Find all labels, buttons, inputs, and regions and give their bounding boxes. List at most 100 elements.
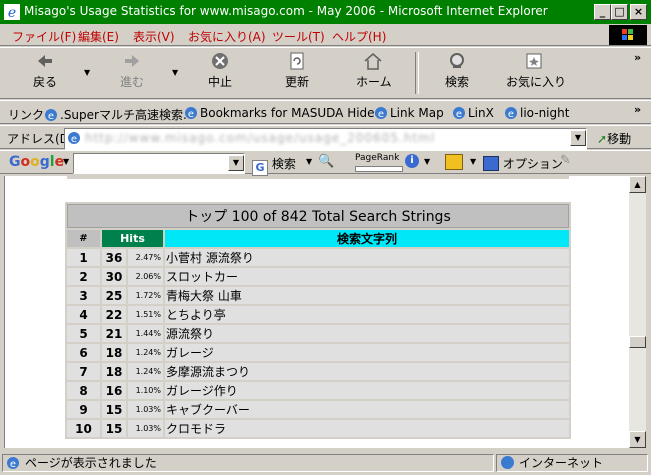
row-rank: 3: [67, 287, 100, 304]
forward-dropdown-icon[interactable]: ▼: [172, 68, 178, 77]
menu-file[interactable]: ファイル(F): [12, 28, 76, 45]
svg-text:e: e: [508, 109, 514, 120]
refresh-label: 更新: [284, 75, 309, 89]
row-rank: 7: [67, 363, 100, 380]
vertical-scrollbar[interactable]: ▲ ▼: [629, 176, 646, 448]
search-label: 検索: [444, 75, 469, 89]
back-dropdown-icon[interactable]: ▼: [84, 68, 90, 77]
row-rank: 4: [67, 306, 100, 323]
ie-page-icon: e: [375, 107, 387, 120]
title-bar[interactable]: e Misago's Usage Statistics for www.misa…: [0, 0, 651, 24]
window-title: Misago's Usage Statistics for www.misago…: [24, 4, 548, 18]
home-button[interactable]: ホーム: [356, 51, 392, 90]
stop-button[interactable]: 中止: [203, 51, 237, 90]
address-input[interactable]: e http://www.misago.com/usage/usage_2006…: [64, 128, 587, 150]
options-button[interactable]: オプション: [483, 155, 563, 172]
status-message: ページが表示されました: [25, 456, 157, 470]
scroll-thumb[interactable]: [629, 336, 646, 348]
row-percent: 2.47%: [128, 249, 163, 266]
row-search-string: 多摩源流まつり: [165, 363, 569, 380]
google-history-dropdown-button[interactable]: ▼: [228, 155, 244, 171]
minimize-button[interactable]: _: [594, 4, 611, 20]
links-label: リンク: [8, 108, 45, 122]
table-row: 8 16 1.10% ガレージ作り: [67, 382, 569, 399]
svg-text:e: e: [48, 111, 54, 122]
scroll-down-button[interactable]: ▼: [629, 431, 646, 448]
row-hits: 15: [102, 420, 126, 437]
globe-icon: [501, 456, 514, 469]
menu-help[interactable]: ヘルプ(H): [332, 28, 386, 45]
standard-toolbar: 戻る ▼ 進む ▼ 中止 更新 ホーム 検索 お気に入り »: [0, 47, 651, 99]
table-row: 10 15 1.03% クロモドラ: [67, 420, 569, 437]
table-row: 9 15 1.03% キャブクーバー: [67, 401, 569, 418]
google-search-input[interactable]: [73, 153, 245, 174]
go-label: 移動: [607, 132, 632, 146]
row-percent: 1.51%: [128, 306, 163, 323]
favorites-button[interactable]: お気に入り: [506, 51, 566, 90]
svg-text:e: e: [456, 109, 462, 120]
google-toolbar: Google ▼ ▼ G 検索 ▼ 🔍 PageRank i ▼ ▼ オプション…: [0, 150, 651, 176]
search-button[interactable]: 検索: [442, 51, 472, 90]
table-row: 7 18 1.24% 多摩源流まつり: [67, 363, 569, 380]
ie-page-icon: e: [68, 132, 80, 145]
menu-favorites[interactable]: お気に入り(A): [188, 28, 266, 45]
menu-bar: ファイル(F) 編集(E) 表示(V) お気に入り(A) ツール(T) ヘルプ(…: [0, 24, 651, 46]
header-search-string: 検索文字列: [165, 230, 569, 247]
home-label: ホーム: [356, 75, 392, 89]
bookmark-dropdown-icon[interactable]: ▼: [470, 157, 476, 166]
back-button[interactable]: 戻る: [30, 51, 60, 90]
toolbar-separator: [415, 52, 419, 94]
address-dropdown-button[interactable]: ▼: [570, 130, 586, 146]
row-rank: 6: [67, 344, 100, 361]
stop-label: 中止: [207, 75, 232, 89]
options-label: オプション: [502, 157, 563, 171]
link-label: Link Map: [390, 106, 444, 120]
row-hits: 30: [102, 268, 126, 285]
stop-icon: [212, 53, 228, 69]
ie-icon: e: [4, 4, 20, 20]
bookmark-icon[interactable]: [445, 154, 463, 170]
page-viewport: トップ 100 of 842 Total Search Strings # Hi…: [4, 176, 629, 448]
highlighter-icon[interactable]: ✎: [560, 153, 571, 168]
row-hits: 18: [102, 344, 126, 361]
info-icon[interactable]: i: [405, 154, 419, 168]
home-icon: [364, 53, 382, 70]
toolbar-overflow-chevron-icon[interactable]: »: [634, 51, 641, 64]
row-percent: 1.03%: [128, 401, 163, 418]
google-logo[interactable]: Google: [9, 154, 64, 170]
svg-text:e: e: [8, 5, 16, 20]
row-search-string: とちより亭: [165, 306, 569, 323]
close-button[interactable]: ×: [630, 4, 647, 20]
row-percent: 1.03%: [128, 420, 163, 437]
google-search-dropdown-icon[interactable]: ▼: [306, 157, 312, 166]
maximize-button[interactable]: □: [611, 4, 628, 20]
link-item[interactable]: e Bookmarks for MASUDA Hideo: [184, 106, 382, 120]
menu-view[interactable]: 表示(V): [133, 28, 175, 45]
refresh-button[interactable]: 更新: [282, 51, 312, 90]
go-button[interactable]: ➚移動: [597, 130, 631, 147]
link-item[interactable]: e Link Map: [374, 106, 444, 120]
link-item[interactable]: e lio-night: [504, 106, 569, 120]
row-rank: 9: [67, 401, 100, 418]
ie-page-icon: e: [7, 457, 19, 470]
windows-logo-icon: [609, 25, 647, 45]
row-search-string: キャブクーバー: [165, 401, 569, 418]
info-dropdown-icon[interactable]: ▼: [424, 157, 430, 166]
row-search-string: 青梅大祭 山車: [165, 287, 569, 304]
pagerank-bar: [355, 166, 403, 172]
scroll-up-button[interactable]: ▲: [629, 176, 646, 193]
row-search-string: 小菅村 源流祭り: [165, 249, 569, 266]
forward-button[interactable]: 進む: [117, 51, 147, 90]
link-item[interactable]: e LinX: [452, 106, 494, 120]
options-icon: [483, 156, 499, 171]
ie-page-icon: e: [45, 109, 57, 122]
google-search-button[interactable]: G 検索: [252, 155, 296, 176]
menu-tools[interactable]: ツール(T): [272, 28, 325, 45]
ie-page-icon: e: [453, 107, 465, 120]
svg-text:e: e: [378, 109, 384, 120]
search-site-icon[interactable]: 🔍: [318, 154, 334, 169]
links-overflow-chevron-icon[interactable]: »: [634, 103, 641, 116]
menu-edit[interactable]: 編集(E): [78, 28, 119, 45]
google-menu-dropdown-icon[interactable]: ▼: [63, 157, 69, 166]
link-item[interactable]: e .Superマルチ高速検索.: [44, 106, 187, 123]
